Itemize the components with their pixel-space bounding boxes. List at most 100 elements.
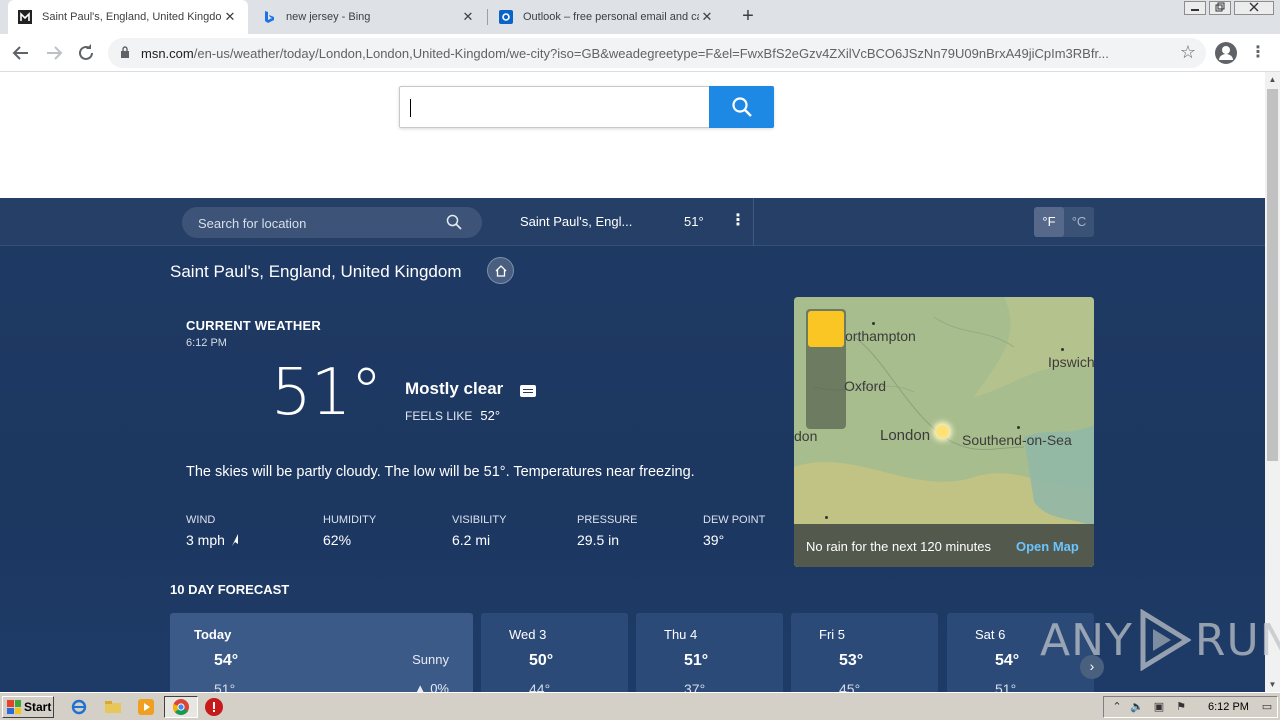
back-button[interactable] — [9, 41, 33, 65]
outlook-icon — [499, 10, 513, 24]
forward-arrow-icon — [47, 46, 63, 60]
selected-location[interactable]: Saint Paul's, Engl... — [520, 214, 632, 229]
taskbar-clock[interactable]: 6:12 PM — [1208, 701, 1249, 713]
current-condition: Mostly clear — [405, 379, 504, 398]
more-options-icon[interactable]: ⋮ — [730, 210, 746, 232]
windows-taskbar: Start ⌃ 🔈 ▣ ⚑ 6:12 PM ▭ — [0, 692, 1280, 720]
reload-button[interactable] — [74, 41, 98, 65]
radar-map[interactable]: orthampton Ipswich Oxford London Southen… — [794, 297, 1094, 567]
forecast-day-card[interactable]: Fri 5 53° 45° — [791, 613, 938, 692]
address-bar[interactable]: msn.com/en-us/weather/today/London,Londo… — [108, 38, 1206, 68]
stat-dew-point: DEW POINT 39° — [703, 514, 765, 548]
file-explorer-icon[interactable] — [104, 698, 122, 716]
scrollbar-thumb[interactable] — [1267, 89, 1278, 461]
tab-bing[interactable]: new jersey - Bing ✕ — [252, 0, 486, 34]
forecast-heading: 10 DAY FORECAST — [170, 582, 290, 597]
feels-like: FEELS LIKE 52° — [405, 408, 500, 423]
internet-explorer-icon[interactable] — [70, 698, 88, 716]
bookmark-star-icon[interactable]: ☆ — [1180, 42, 1196, 63]
web-search-box[interactable] — [399, 86, 774, 128]
rain-forecast-message: No rain for the next 120 minutes — [806, 539, 991, 554]
forecast-day-label: Today — [194, 627, 232, 642]
search-icon[interactable] — [446, 214, 462, 230]
forecast-day-card[interactable]: Thu 4 51° 37° — [636, 613, 783, 692]
show-desktop-icon[interactable]: ▭ — [1260, 700, 1274, 714]
forecast-day-card[interactable]: Today 54° 51° Sunny ▲ 0% — [170, 613, 473, 692]
stat-label: HUMIDITY — [323, 514, 377, 526]
forecast-day-card[interactable]: Wed 3 50° 44° — [481, 613, 628, 692]
show-hidden-icons-icon[interactable]: ⌃ — [1110, 700, 1124, 714]
current-weather-time: 6:12 PM — [186, 337, 227, 349]
header-temperature: 51° — [684, 214, 704, 229]
tab-msn-weather[interactable]: Saint Paul's, England, United Kingdom ✕ — [8, 0, 248, 34]
tab-title: new jersey - Bing — [286, 11, 371, 23]
browser-tab-bar: Saint Paul's, England, United Kingdom ✕ … — [0, 0, 1280, 34]
window-close-button[interactable] — [1234, 1, 1274, 15]
feels-like-label: FEELS LIKE — [405, 409, 473, 423]
details-icon[interactable] — [520, 385, 536, 397]
browser-menu-icon[interactable]: ⋮ — [1250, 42, 1266, 64]
fahrenheit-button[interactable]: °F — [1034, 207, 1064, 237]
set-home-button[interactable] — [487, 257, 514, 284]
volume-icon[interactable]: 🔈 — [1130, 700, 1144, 714]
stat-wind: WIND 3 mph — [186, 514, 240, 548]
url-path: /en-us/weather/today/London,London,Unite… — [193, 46, 1109, 61]
stat-value: 6.2 mi — [452, 532, 491, 548]
start-button[interactable]: Start — [2, 696, 54, 718]
forecast-low: 51° — [995, 681, 1017, 692]
close-icon[interactable]: ✕ — [699, 9, 715, 25]
map-city-dot — [1017, 426, 1020, 429]
forecast-high: 50° — [529, 652, 554, 669]
forecast-low: 44° — [529, 681, 551, 692]
forecast-day-label: Sat 6 — [975, 627, 1006, 642]
system-tray: ⌃ 🔈 ▣ ⚑ 6:12 PM ▭ — [1103, 696, 1278, 718]
media-player-icon[interactable] — [137, 698, 155, 716]
url-host: msn.com — [141, 46, 194, 61]
reload-icon — [79, 44, 93, 60]
windows-logo-icon — [7, 700, 21, 714]
restore-button[interactable] — [1209, 1, 1231, 15]
radar-legend-chip — [808, 311, 844, 347]
stat-humidity: HUMIDITY 62% — [323, 514, 376, 548]
map-label-northampton: orthampton — [845, 328, 916, 344]
stop-sign-icon[interactable] — [205, 698, 223, 716]
location-search-input[interactable]: Search for location — [182, 207, 482, 238]
close-icon[interactable]: ✕ — [460, 9, 476, 25]
tab-outlook[interactable]: Outlook – free personal email and calend… — [489, 0, 725, 34]
stat-visibility: VISIBILITY 6.2 mi — [452, 514, 506, 548]
action-center-flag-icon[interactable]: ⚑ — [1174, 700, 1188, 714]
open-map-link[interactable]: Open Map — [1016, 539, 1079, 554]
msn-icon — [18, 10, 32, 24]
new-tab-button[interactable]: + — [737, 5, 759, 27]
map-city-dot — [872, 322, 875, 325]
celsius-button[interactable]: °C — [1064, 207, 1094, 237]
chrome-taskbar-button[interactable] — [164, 696, 198, 718]
scroll-down-arrow-icon[interactable]: ▼ — [1265, 677, 1280, 692]
unit-toggle: °F °C — [1034, 207, 1094, 237]
stat-value: 39° — [703, 532, 725, 548]
watermark-right: RUN — [1194, 614, 1280, 666]
forecast-precip: ▲ 0% — [414, 681, 449, 692]
lock-icon — [121, 46, 129, 58]
home-icon — [495, 264, 506, 277]
forecast-high: 54° — [214, 652, 239, 669]
map-city-dot — [825, 516, 828, 519]
profile-avatar-icon[interactable] — [1215, 42, 1237, 64]
header-divider — [753, 198, 754, 246]
start-label: Start — [24, 700, 52, 714]
scroll-up-arrow-icon[interactable]: ▲ — [1265, 72, 1280, 87]
forecast-low: 51° — [214, 681, 236, 692]
network-icon[interactable]: ▣ — [1152, 700, 1166, 714]
stat-value: 3 mph — [186, 532, 225, 548]
minimize-button[interactable] — [1184, 1, 1206, 15]
chrome-icon — [173, 699, 189, 715]
page-scrollbar[interactable]: ▲ ▼ — [1265, 72, 1280, 692]
watermark-left: ANY — [1040, 614, 1133, 666]
close-icon[interactable]: ✕ — [222, 9, 238, 25]
play-triangle-icon — [1140, 609, 1191, 671]
search-button[interactable] — [709, 86, 774, 128]
forecast-precip-value: 0% — [430, 681, 449, 692]
forecast-condition: Sunny — [412, 652, 449, 667]
forecast-low: 37° — [684, 681, 706, 692]
forward-button[interactable] — [42, 41, 66, 65]
